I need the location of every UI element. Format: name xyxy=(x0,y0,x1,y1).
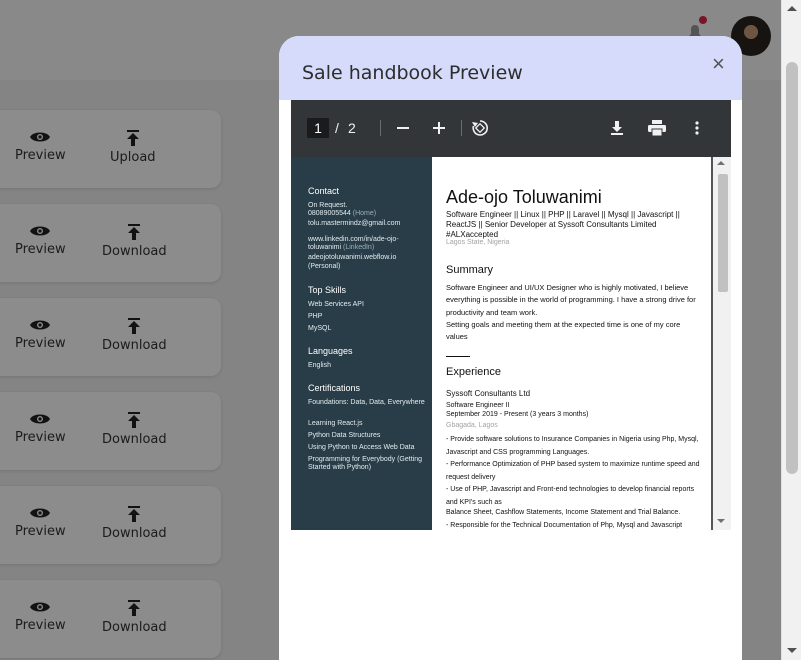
resume-location: Lagos State, Nigeria xyxy=(446,239,510,246)
page-scrollbar[interactable] xyxy=(781,0,801,660)
contact-on-request: On Request. xyxy=(308,202,348,209)
summary-text: Software Engineer and UI/UX Designer who… xyxy=(446,283,696,317)
certification-item: Learning React.js xyxy=(308,420,363,427)
pdf-scrollbar[interactable] xyxy=(713,157,731,530)
pdf-page: Contact On Request. 08089005544 (Home) t… xyxy=(291,157,711,530)
scroll-up-arrow[interactable] xyxy=(787,6,797,11)
preview-modal: Sale handbook Preview × 1 / 2 Contact On… xyxy=(279,36,742,660)
modal-header: Sale handbook Preview × xyxy=(279,36,742,100)
skills-heading: Top Skills xyxy=(308,285,347,295)
phone-label: (Home) xyxy=(352,210,377,217)
print-button[interactable] xyxy=(645,116,669,140)
job-bullet: - Use of PHP, Javascript and Front-end t… xyxy=(446,486,695,506)
summary-heading: Summary xyxy=(446,264,494,276)
pdf-scroll-down[interactable] xyxy=(717,519,725,523)
download-pdf-button[interactable] xyxy=(605,116,629,140)
resume-sidebar: Contact On Request. 08089005544 (Home) t… xyxy=(291,157,432,530)
page-scroll-thumb[interactable] xyxy=(786,62,798,474)
scroll-down-arrow[interactable] xyxy=(787,648,797,653)
resume-name: Ade-ojo Toluwanimi xyxy=(446,187,602,207)
certification-item: Programming for Everybody (Getting Start… xyxy=(308,456,422,471)
phone: 08089005544 xyxy=(308,210,351,217)
rotate-icon xyxy=(472,120,488,136)
page-total: 2 xyxy=(348,120,356,136)
job-bullet: - Responsible for the Technical Document… xyxy=(446,522,683,529)
toolbar-divider xyxy=(461,120,462,136)
linkedin-label: (LinkedIn) xyxy=(343,244,375,251)
job-period: September 2019 - Present (3 years 3 mont… xyxy=(446,411,589,418)
company-name: Syssoft Consultants Ltd xyxy=(446,389,531,398)
toolbar-divider xyxy=(380,120,381,136)
summary-text: Setting goals and meeting them at the ex… xyxy=(446,320,681,342)
experience-heading: Experience xyxy=(446,366,502,378)
job-bullet: - Provide software solutions to Insuranc… xyxy=(446,436,699,456)
job-place: Gbagada, Lagos xyxy=(446,422,498,429)
plus-icon xyxy=(433,122,445,134)
website-label: (Personal) xyxy=(308,263,341,270)
modal-title: Sale handbook Preview xyxy=(302,62,523,84)
page-number-input[interactable]: 1 xyxy=(307,118,329,138)
pdf-toolbar: 1 / 2 xyxy=(291,100,731,157)
pdf-viewer: 1 / 2 Contact On Request. 08089005544 (H… xyxy=(291,100,731,530)
job-bullet: Balance Sheet, Cashflow Statements, Inco… xyxy=(446,509,681,516)
more-options-button[interactable] xyxy=(685,116,709,140)
certification-item: Using Python to Access Web Data xyxy=(308,444,415,451)
resume-headline: Software Engineer || Linux || PHP || Lar… xyxy=(446,210,680,239)
languages-heading: Languages xyxy=(308,346,353,356)
contact-email[interactable]: tolu.mastermindz@gmail.com xyxy=(308,220,428,228)
certification-item: Python Data Structures xyxy=(308,432,381,439)
certifications-heading: Certifications xyxy=(308,383,361,393)
close-icon[interactable]: × xyxy=(712,53,725,75)
section-rule xyxy=(446,356,470,357)
language-item: English xyxy=(308,362,331,369)
skill-item: PHP xyxy=(308,313,323,320)
rotate-button[interactable] xyxy=(468,116,492,140)
contact-website[interactable]: adeojotoluwanimi.webflow.io xyxy=(308,254,428,262)
skill-item: Web Services API xyxy=(308,301,364,308)
skill-item: MySQL xyxy=(308,325,332,332)
minus-icon xyxy=(397,127,409,129)
download-icon xyxy=(611,121,623,135)
pdf-scroll-thumb[interactable] xyxy=(718,174,728,292)
certification-item: Foundations: Data, Data, Everywhere xyxy=(308,399,425,406)
page-separator: / xyxy=(335,120,339,136)
more-vert-icon xyxy=(695,121,699,135)
contact-linkedin[interactable]: www.linkedin.com/in/ade-ojo-toluwanimi (… xyxy=(308,236,428,252)
contact-heading: Contact xyxy=(308,186,340,196)
zoom-in-button[interactable] xyxy=(427,116,451,140)
job-bullet: - Performance Optimization of PHP based … xyxy=(446,461,700,481)
contact-phone: 08089005544 (Home) xyxy=(308,210,428,218)
print-icon xyxy=(648,120,666,136)
zoom-out-button[interactable] xyxy=(391,116,415,140)
pdf-scroll-up[interactable] xyxy=(717,161,725,165)
